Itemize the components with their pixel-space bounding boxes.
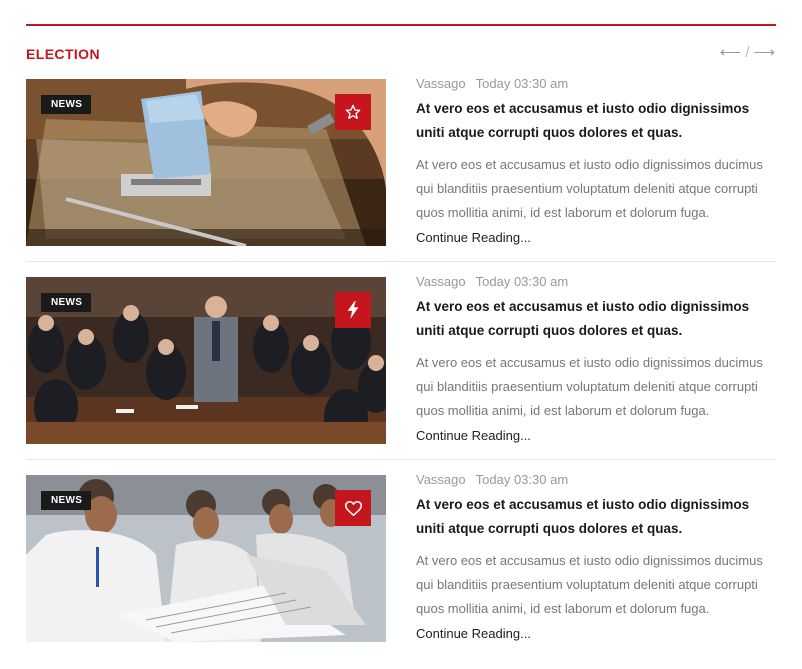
post-thumbnail-ballot-box[interactable]: NEWS bbox=[26, 79, 386, 246]
category-badge[interactable]: NEWS bbox=[41, 95, 92, 114]
post-author[interactable]: Vassago bbox=[416, 472, 466, 487]
post-meta: Vassago Today 03:30 am bbox=[416, 472, 776, 487]
post-content: Vassago Today 03:30 am At vero eos et acc… bbox=[416, 472, 776, 643]
post-excerpt: At vero eos et accusamus et iusto odio d… bbox=[416, 553, 763, 616]
star-icon[interactable] bbox=[335, 94, 371, 130]
post-author[interactable]: Vassago bbox=[416, 76, 466, 91]
post-date: Today 03:30 am bbox=[475, 472, 569, 487]
post-date: Today 03:30 am bbox=[475, 274, 569, 289]
post-title[interactable]: At vero eos et accusamus et iusto odio d… bbox=[416, 493, 776, 541]
category-badge[interactable]: NEWS bbox=[41, 491, 92, 510]
heart-icon[interactable] bbox=[335, 490, 371, 526]
prev-arrow-icon[interactable]: ⟵ bbox=[720, 44, 743, 61]
post-content: Vassago Today 03:30 am At vero eos et acc… bbox=[416, 76, 776, 247]
post-excerpt: At vero eos et accusamus et iusto odio d… bbox=[416, 157, 763, 220]
section-header: ELECTION ⟵ / ⟶ bbox=[26, 26, 776, 79]
post-item: NEWS Vassago Today 03:30 am At vero eos e… bbox=[26, 76, 776, 261]
lightning-icon[interactable] bbox=[335, 292, 371, 328]
post-content: Vassago Today 03:30 am At vero eos et acc… bbox=[416, 274, 776, 445]
continue-reading-link[interactable]: Continue Reading... bbox=[416, 428, 531, 443]
post-item: NEWS Vassago Today 03:30 am At vero eos e… bbox=[26, 261, 776, 459]
nav-separator: / bbox=[745, 44, 751, 61]
post-date: Today 03:30 am bbox=[475, 76, 569, 91]
post-title[interactable]: At vero eos et accusamus et iusto odio d… bbox=[416, 295, 776, 343]
post-meta: Vassago Today 03:30 am bbox=[416, 274, 776, 289]
post-thumbnail-parliament[interactable]: NEWS bbox=[26, 277, 386, 444]
post-excerpt: At vero eos et accusamus et iusto odio d… bbox=[416, 355, 763, 418]
post-author[interactable]: Vassago bbox=[416, 274, 466, 289]
post-meta: Vassago Today 03:30 am bbox=[416, 76, 776, 91]
next-arrow-icon[interactable]: ⟶ bbox=[753, 44, 776, 61]
category-badge[interactable]: NEWS bbox=[41, 293, 92, 312]
continue-reading-link[interactable]: Continue Reading... bbox=[416, 626, 531, 641]
post-thumbnail-vote-counting[interactable]: NEWS bbox=[26, 475, 386, 642]
election-section: ELECTION ⟵ / ⟶ NEWS Vassago Today 03:30 … bbox=[26, 24, 776, 657]
post-item: NEWS Vassago Today 03:30 am At vero eos e… bbox=[26, 459, 776, 657]
post-title[interactable]: At vero eos et accusamus et iusto odio d… bbox=[416, 97, 776, 145]
continue-reading-link[interactable]: Continue Reading... bbox=[416, 230, 531, 245]
section-title: ELECTION bbox=[26, 46, 100, 62]
section-nav: ⟵ / ⟶ bbox=[720, 43, 776, 61]
